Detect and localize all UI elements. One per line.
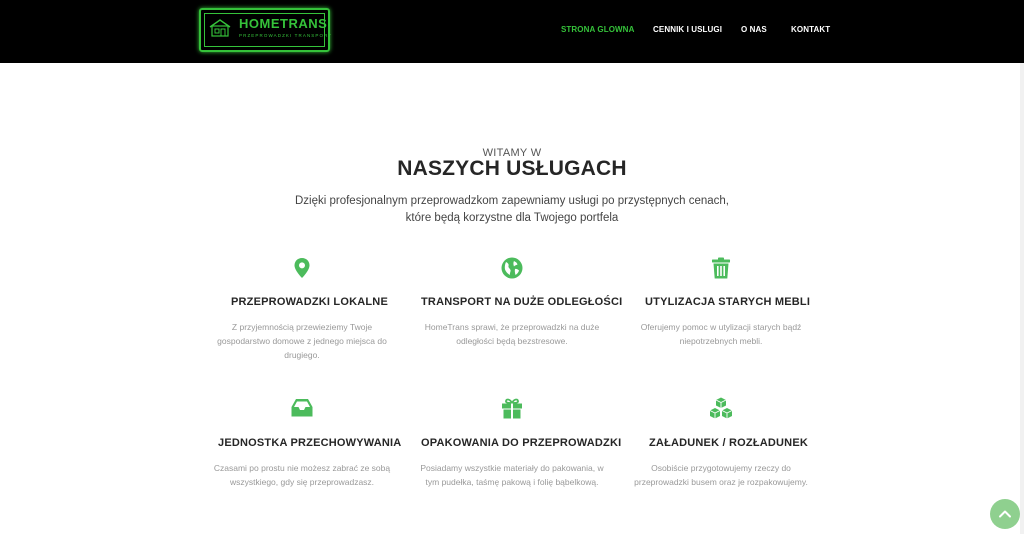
scrollbar[interactable] [1020, 63, 1024, 534]
service-description: Osobiście przygotowujemy rzeczy do przep… [634, 463, 808, 487]
logo-name: HOMETRANS [239, 16, 328, 31]
intro-line: Dzięki profesjonalnym przeprowadzkom zap… [294, 195, 729, 207]
chevron-up-icon [999, 510, 1011, 518]
nav-item-about[interactable]: O NAS [741, 25, 767, 34]
nav-item-home[interactable]: STRONA GLOWNA [561, 25, 634, 34]
intro-line: które będą korzystne dla Twojego portfel… [405, 212, 619, 224]
gift-icon [502, 398, 522, 419]
service-description: Oferujemy pomoc w utylizacji starych bąd… [640, 322, 802, 346]
trash-icon [712, 257, 730, 279]
service-title: TRANSPORT NA DUŻE ODLEGŁOŚCI [421, 296, 623, 308]
house-icon [209, 19, 231, 37]
logo-tagline: PRZEPROWADZKI TRANSPORT [239, 33, 333, 38]
service-title: ZAŁADUNEK / ROZŁADUNEK [649, 437, 809, 449]
site-header: HOMETRANS PRZEPROWADZKI TRANSPORT STRONA… [0, 0, 1024, 63]
service-description: HomeTrans sprawi, że przeprowadzki na du… [424, 322, 600, 346]
service-title: JEDNOSTKA PRZECHOWYWANIA [218, 437, 402, 449]
service-description: Posiadamy wszystkie materiały do pakowan… [420, 463, 604, 487]
inbox-icon [291, 399, 313, 417]
service-title: OPAKOWANIA DO PRZEPROWADZKI [421, 437, 622, 449]
section-intro: Dzięki profesjonalnym przeprowadzkom zap… [0, 193, 1024, 227]
service-description: Z przyjemnością przewieziemy Twoje gospo… [217, 322, 387, 360]
section-title: NASZYCH USŁUGACH [397, 157, 627, 180]
globe-icon [501, 257, 523, 279]
nav-item-pricing[interactable]: CENNIK I USLUGI [653, 25, 722, 34]
service-title: PRZEPROWADZKI LOKALNE [231, 296, 388, 308]
nav-item-contact[interactable]: KONTAKT [791, 25, 830, 34]
logo[interactable]: HOMETRANS PRZEPROWADZKI TRANSPORT [199, 8, 333, 52]
service-description: Czasami po prostu nie możesz zabrać ze s… [213, 463, 391, 487]
back-to-top-button[interactable] [990, 499, 1020, 529]
boxes-icon [709, 397, 733, 419]
service-title: UTYLIZACJA STARYCH MEBLI [645, 296, 811, 308]
map-pin-icon [294, 258, 310, 278]
